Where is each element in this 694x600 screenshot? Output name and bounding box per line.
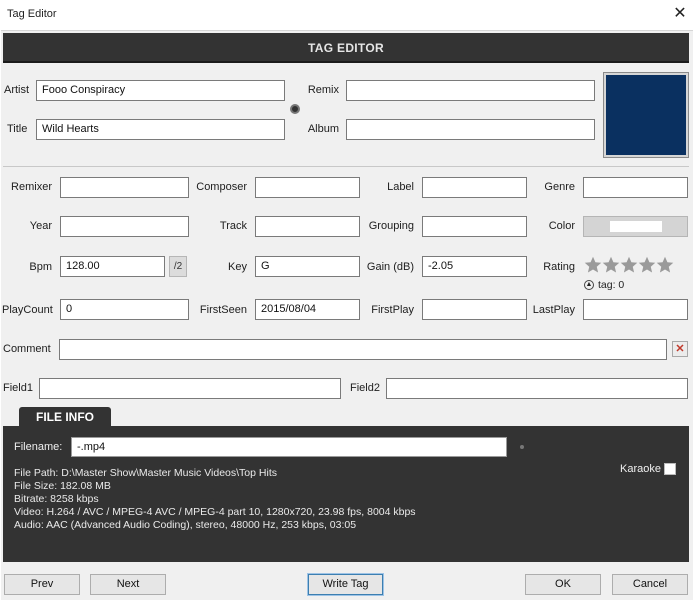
grouping-label: Grouping <box>368 220 414 232</box>
album-label: Album <box>307 123 339 135</box>
field1-label: Field1 <box>3 382 33 394</box>
video-info-text: Video: H.264 / AVC / MPEG-4 AVC / MPEG-4… <box>14 506 416 518</box>
filename-label: Filename: <box>14 441 63 453</box>
artist-label: Artist <box>4 84 30 96</box>
playcount-label: PlayCount <box>2 304 53 316</box>
star-icon[interactable] <box>656 256 674 274</box>
genre-label: Genre <box>544 181 575 193</box>
remixer-input[interactable] <box>60 177 189 198</box>
bitrate-text: Bitrate: 8258 kbps <box>14 493 99 505</box>
title-bar: Tag Editor ✕ <box>0 0 694 30</box>
ok-button[interactable]: OK <box>525 574 601 595</box>
track-input[interactable] <box>255 216 360 237</box>
indicator-dot-icon <box>520 445 524 449</box>
artist-input[interactable]: Fooo Conspiracy <box>36 80 285 101</box>
lastplay-label: LastPlay <box>532 304 575 316</box>
half-bpm-button[interactable]: /2 <box>169 256 187 277</box>
tag-arrow-icon[interactable]: ▲ <box>584 280 594 291</box>
rating-tag: ▲ tag: 0 <box>584 279 624 291</box>
audio-info-text: Audio: AAC (Advanced Audio Coding), ster… <box>14 519 357 531</box>
close-icon[interactable]: ✕ <box>670 3 690 25</box>
header-title: TAG EDITOR <box>308 41 384 55</box>
field1-input[interactable] <box>39 378 341 399</box>
key-label: Key <box>228 261 247 273</box>
album-input[interactable] <box>346 119 595 140</box>
karaoke-checkbox[interactable] <box>664 463 676 475</box>
label-label: Label <box>387 181 414 193</box>
star-icon[interactable] <box>602 256 620 274</box>
window-title: Tag Editor <box>7 8 57 20</box>
swap-dot-icon[interactable] <box>290 104 300 114</box>
color-swatch <box>610 221 662 232</box>
rating-stars[interactable] <box>584 256 674 276</box>
gain-input[interactable]: -2.05 <box>422 256 527 277</box>
star-icon[interactable] <box>620 256 638 274</box>
year-label: Year <box>29 220 52 232</box>
tab-file-info[interactable]: FILE INFO <box>19 407 111 427</box>
label-input[interactable] <box>422 177 527 198</box>
star-icon[interactable] <box>584 256 602 274</box>
composer-label: Composer <box>196 181 247 193</box>
remix-label: Remix <box>307 84 339 96</box>
prev-button[interactable]: Prev <box>4 574 80 595</box>
bpm-input[interactable]: 128.00 <box>60 256 165 277</box>
star-icon[interactable] <box>638 256 656 274</box>
rating-label: Rating <box>543 261 575 273</box>
cancel-button[interactable]: Cancel <box>612 574 688 595</box>
karaoke-label: Karaoke <box>620 463 661 475</box>
genre-input[interactable] <box>583 177 688 198</box>
file-size-text: File Size: 182.08 MB <box>14 480 111 492</box>
field2-input[interactable] <box>386 378 688 399</box>
cover-art[interactable] <box>603 72 689 158</box>
composer-input[interactable] <box>255 177 360 198</box>
next-button[interactable]: Next <box>90 574 166 595</box>
firstplay-label: FirstPlay <box>371 304 414 316</box>
title-label: Title <box>7 123 28 135</box>
firstseen-input[interactable]: 2015/08/04 <box>255 299 360 320</box>
gain-label: Gain (dB) <box>366 261 414 273</box>
field2-label: Field2 <box>350 382 380 394</box>
key-input[interactable]: G <box>255 256 360 277</box>
color-label: Color <box>548 220 575 232</box>
write-tag-button[interactable]: Write Tag <box>307 573 384 596</box>
playcount-input[interactable]: 0 <box>60 299 189 320</box>
filename-input[interactable]: -.mp4 <box>71 437 507 457</box>
lastplay-input[interactable] <box>583 299 688 320</box>
remixer-label: Remixer <box>11 181 52 193</box>
color-picker[interactable] <box>583 216 688 237</box>
file-path-text: File Path: D:\Master Show\Master Music V… <box>14 467 277 479</box>
track-label: Track <box>219 220 247 232</box>
title-input[interactable]: Wild Hearts <box>36 119 285 140</box>
clear-icon[interactable]: ✕ <box>672 341 688 357</box>
firstseen-label: FirstSeen <box>199 304 247 316</box>
firstplay-input[interactable] <box>422 299 527 320</box>
rating-tag-text: tag: 0 <box>598 279 625 291</box>
divider <box>3 166 689 167</box>
year-input[interactable] <box>60 216 189 237</box>
comment-input[interactable] <box>59 339 667 360</box>
remix-input[interactable] <box>346 80 595 101</box>
grouping-input[interactable] <box>422 216 527 237</box>
comment-label: Comment <box>3 343 51 355</box>
header-bar: TAG EDITOR <box>3 33 689 63</box>
bpm-label: Bpm <box>29 261 52 273</box>
